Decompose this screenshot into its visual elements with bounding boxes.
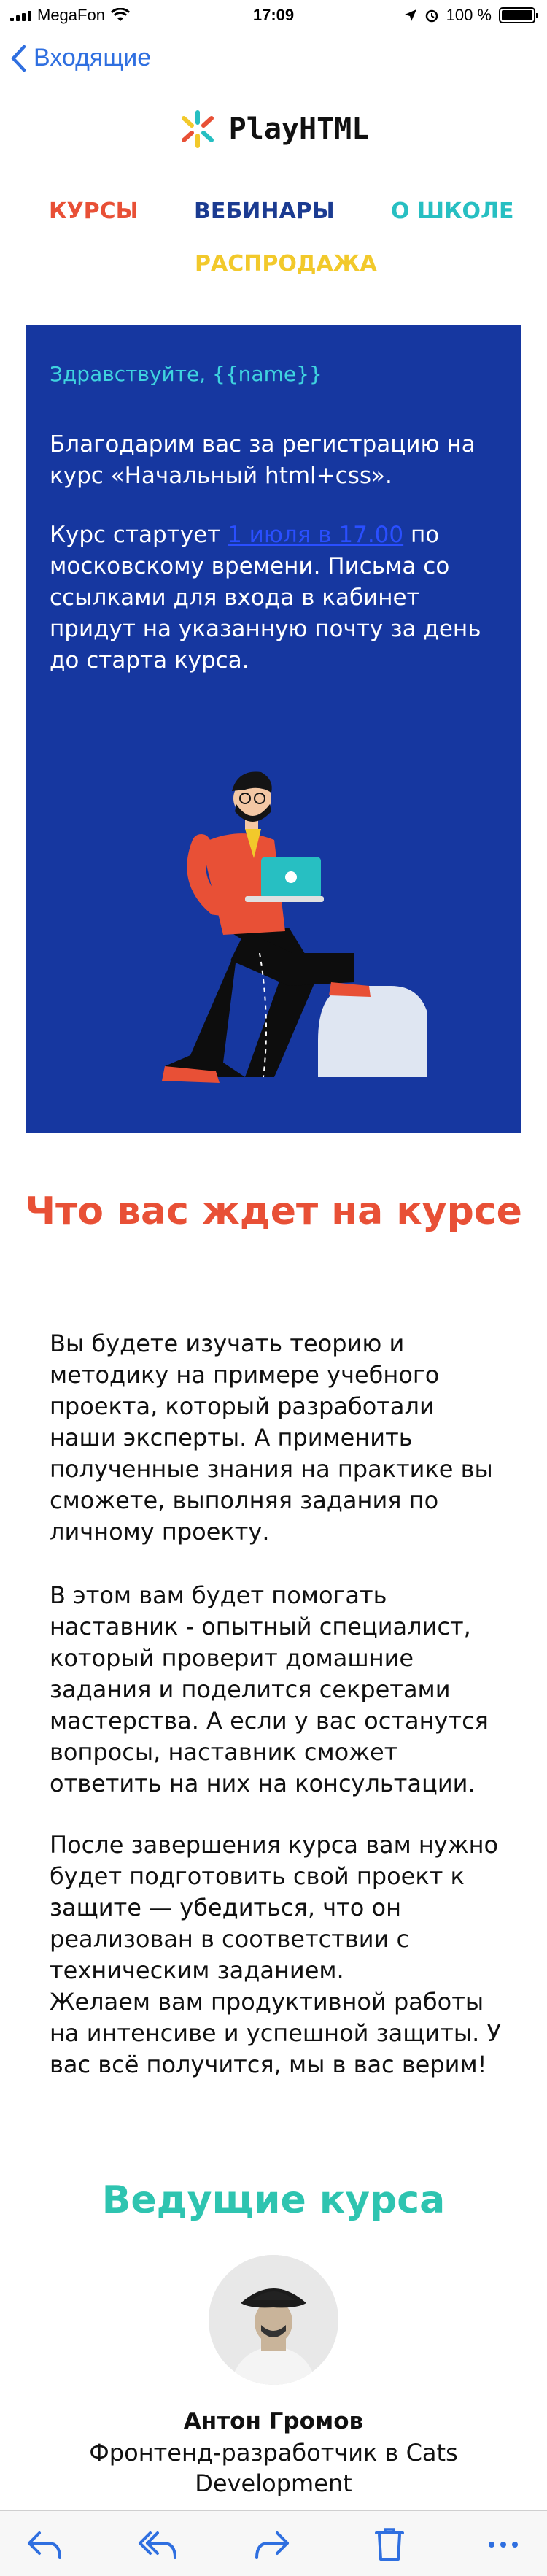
tutor-avatar — [209, 2255, 338, 2385]
tutor-role: Фронтенд-разработчик в Cats Development — [89, 2439, 458, 2497]
course-paragraph: После завершения курса вам нужно будет п… — [50, 1831, 499, 1984]
greeting: Здравствуйте, {{name}} — [50, 362, 322, 386]
tutor-photo — [209, 2255, 338, 2385]
logo-icon — [181, 110, 214, 148]
course-paragraph: В этом вам будет помогать наставник - оп… — [50, 1581, 489, 1797]
battery-icon — [499, 7, 538, 23]
location-icon — [404, 9, 416, 21]
more-button[interactable] — [483, 2526, 524, 2562]
forward-icon — [255, 2531, 289, 2559]
status-bar: MegaFon 17:09 100 % — [0, 0, 547, 32]
reply-button[interactable] — [25, 2526, 66, 2562]
student-illustration — [162, 771, 427, 1083]
course-paragraph: Желаем вам продуктивной работы на интенс… — [50, 1988, 501, 2078]
start-date-link[interactable]: 1 июля в 17.00 — [228, 522, 403, 548]
alarm-icon — [425, 9, 438, 23]
back-label: Входящие — [34, 44, 152, 72]
chevron-left-icon — [11, 45, 26, 72]
main-menu: КУРСЫ ВЕБИНАРЫ О ШКОЛЕ РАСПРОДАЖА — [29, 198, 525, 301]
more-icon — [489, 2542, 518, 2548]
menu-item-webinars[interactable]: ВЕБИНАРЫ — [194, 198, 335, 224]
back-to-inbox-button[interactable]: Входящие — [10, 44, 151, 72]
reply-all-button[interactable] — [137, 2526, 178, 2562]
forward-button[interactable] — [251, 2526, 292, 2562]
reply-icon — [28, 2531, 61, 2559]
status-right: 100 % — [404, 6, 538, 25]
logo-text: PlayHTML — [228, 112, 370, 146]
start-prefix: Курс стартует — [50, 522, 228, 548]
reply-all-icon — [139, 2531, 176, 2559]
logo[interactable]: PlayHTML — [0, 109, 547, 149]
battery-percent: 100 % — [446, 6, 492, 24]
menu-item-about[interactable]: О ШКОЛЕ — [391, 198, 513, 224]
course-paragraph: Вы будете изучать теорию и методику на п… — [50, 1330, 493, 1546]
tutor-name: Антон Громов — [183, 2408, 364, 2434]
hero-start-info: Курс стартует 1 июля в 17.00 по московск… — [50, 520, 497, 676]
hero-intro: Благодарим вас за регистрацию на курс «Н… — [50, 431, 476, 489]
hero-block: Здравствуйте, {{name}} Благодарим вас за… — [26, 325, 521, 1133]
course-section-title: Что вас ждет на курсе — [25, 1189, 522, 1233]
mail-nav-bar: Входящие — [0, 32, 547, 93]
trash-icon — [375, 2528, 404, 2561]
menu-item-sale[interactable]: РАСПРОДАЖА — [195, 251, 377, 277]
mail-toolbar — [0, 2510, 547, 2576]
trash-button[interactable] — [369, 2526, 410, 2562]
tutors-section-title: Ведущие курса — [101, 2178, 446, 2222]
menu-item-courses[interactable]: КУРСЫ — [49, 198, 139, 224]
